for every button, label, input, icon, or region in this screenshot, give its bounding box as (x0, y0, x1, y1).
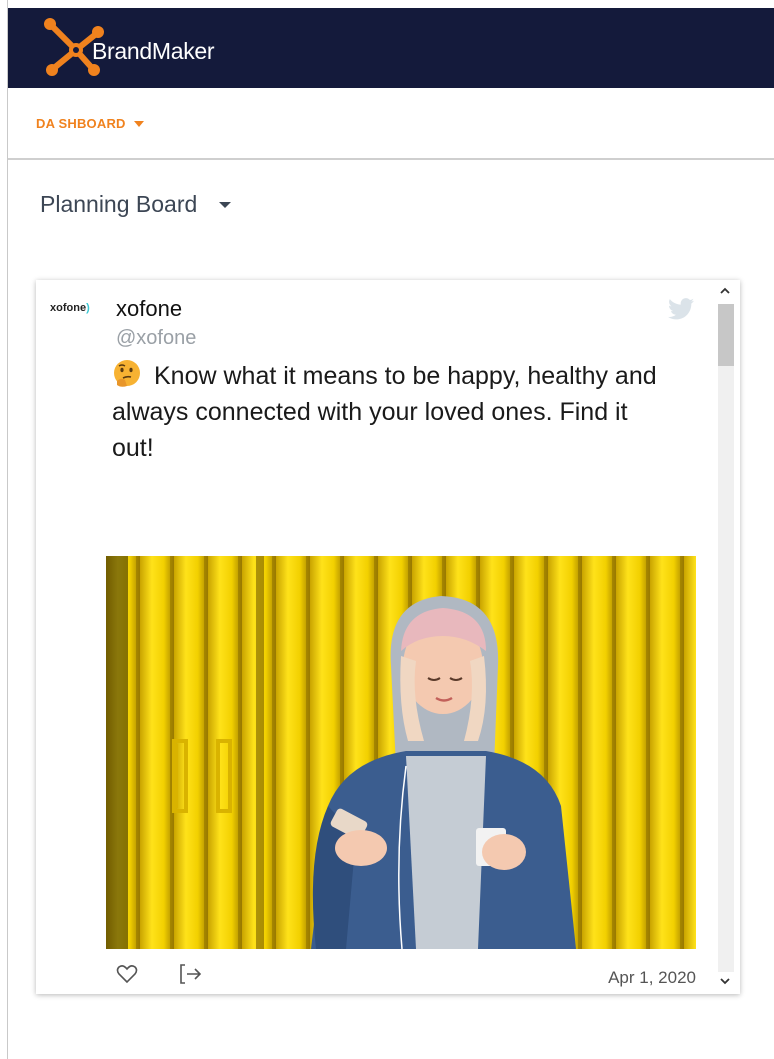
account-logo: xofone) (50, 302, 90, 314)
like-icon[interactable] (116, 964, 138, 984)
post-text-body: Know what it means to be happy, healthy … (112, 362, 657, 462)
scroll-track[interactable] (718, 304, 734, 972)
brand-name: BrandMaker (92, 38, 215, 64)
app-header: BrandMaker (8, 8, 774, 88)
chevron-down-icon (133, 120, 144, 127)
board-selector[interactable]: Planning Board (40, 191, 232, 218)
account-name: xofone (116, 296, 183, 321)
scroll-down-icon[interactable] (718, 974, 732, 988)
account-logo-text: xofone (50, 302, 87, 314)
post-date: Apr 1, 2020 (608, 968, 696, 987)
social-post-preview: xofone) xofone @xofone Know what it mean… (36, 280, 740, 994)
twitter-bird-icon (668, 298, 694, 320)
post-text: Know what it means to be happy, healthy … (112, 358, 672, 466)
chevron-down-icon (219, 201, 232, 208)
vertical-scrollbar[interactable] (712, 280, 740, 994)
account-logo-mark: ) (86, 302, 90, 314)
account-handle: @xofone (116, 327, 197, 349)
main-navbar: DA SHBOARD (8, 88, 774, 160)
board-selector-label: Planning Board (40, 191, 198, 217)
scroll-thumb[interactable] (718, 304, 734, 366)
post-image[interactable] (106, 556, 696, 949)
dashboard-menu-label: DA SHBOARD (36, 116, 126, 131)
thinking-face-icon (114, 360, 140, 387)
dashboard-menu[interactable]: DA SHBOARD (36, 116, 144, 131)
share-icon[interactable] (179, 963, 203, 985)
scroll-up-icon[interactable] (718, 284, 732, 298)
